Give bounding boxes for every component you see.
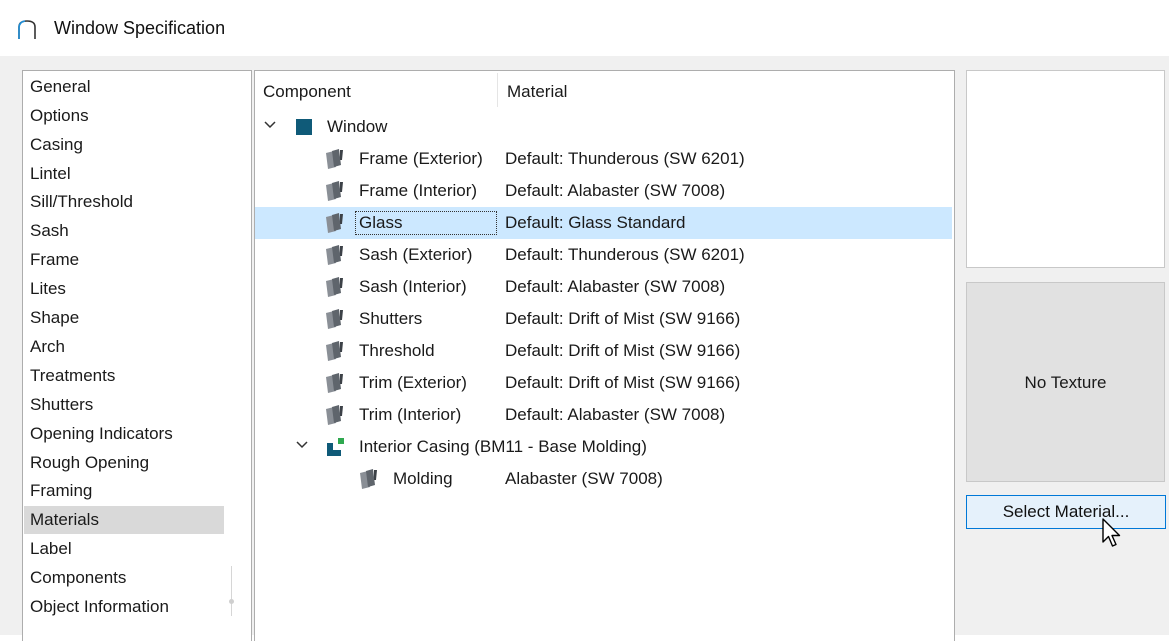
material-value: Default: Glass Standard: [505, 213, 686, 232]
tree-row-window[interactable]: Window: [255, 111, 952, 143]
material-swatch-icon: [326, 245, 343, 265]
material-value: Alabaster (SW 7008): [505, 469, 663, 488]
category-general[interactable]: General: [24, 73, 224, 101]
tree-row[interactable]: Sash (Exterior) Default: Thunderous (SW …: [255, 239, 952, 271]
component-name: Frame (Exterior): [359, 149, 483, 168]
material-swatch-icon: [326, 373, 343, 393]
tree-row-selected[interactable]: Glass Default: Glass Standard: [255, 207, 952, 239]
category-options[interactable]: Options: [24, 102, 224, 130]
tree-row[interactable]: Frame (Interior) Default: Alabaster (SW …: [255, 175, 952, 207]
list-scrollbar[interactable]: [229, 566, 234, 616]
arch-window-icon: [18, 20, 36, 39]
tree-row[interactable]: Trim (Interior) Default: Alabaster (SW 7…: [255, 399, 952, 431]
material-swatch-icon: [326, 277, 343, 297]
category-opening-indicators[interactable]: Opening Indicators: [24, 420, 224, 448]
material-value: Default: Alabaster (SW 7008): [505, 405, 726, 424]
blue-square-icon: [296, 119, 312, 135]
tree-row-interior-casing[interactable]: Interior Casing (BM11 - Base Molding): [255, 431, 952, 463]
material-value: Default: Alabaster (SW 7008): [505, 181, 726, 200]
chevron-down-icon[interactable]: [263, 118, 277, 132]
category-materials[interactable]: Materials: [24, 506, 224, 534]
component-name: Molding: [393, 469, 453, 488]
material-value: Default: Alabaster (SW 7008): [505, 277, 726, 296]
column-header-component[interactable]: Component: [263, 82, 351, 102]
component-name: Threshold: [359, 341, 435, 360]
category-list[interactable]: General Options Casing Lintel Sill/Thres…: [22, 70, 252, 641]
material-value: Default: Drift of Mist (SW 9166): [505, 309, 741, 328]
category-arch[interactable]: Arch: [24, 333, 224, 361]
tree-row[interactable]: Shutters Default: Drift of Mist (SW 9166…: [255, 303, 952, 335]
material-swatch-icon: [326, 149, 343, 169]
tree-row[interactable]: Threshold Default: Drift of Mist (SW 916…: [255, 335, 952, 367]
scroll-thumb[interactable]: [229, 599, 234, 604]
component-name: Shutters: [359, 309, 423, 328]
category-sash[interactable]: Sash: [24, 217, 224, 245]
material-preview: [966, 70, 1165, 268]
component-name: Trim (Exterior): [359, 373, 467, 392]
category-shape[interactable]: Shape: [24, 304, 224, 332]
texture-preview: No Texture: [966, 282, 1165, 482]
material-swatch-icon: [360, 469, 377, 489]
tree-header: Component Material: [255, 71, 954, 111]
category-shutters[interactable]: Shutters: [24, 391, 224, 419]
mouse-pointer-icon: [1102, 518, 1121, 547]
title-bar: Window Specification: [0, 0, 1169, 56]
component-name: Sash (Exterior): [359, 245, 473, 264]
material-swatch-icon: [326, 181, 343, 201]
category-frame[interactable]: Frame: [24, 246, 224, 274]
select-material-button[interactable]: Select Material...: [966, 495, 1166, 529]
material-swatch-icon: [326, 213, 343, 233]
texture-label: No Texture: [1024, 373, 1107, 392]
material-value: Default: Drift of Mist (SW 9166): [505, 373, 741, 392]
category-treatments[interactable]: Treatments: [24, 362, 224, 390]
category-rough-opening[interactable]: Rough Opening: [24, 449, 224, 477]
material-tree[interactable]: Component Material Window Frame (Exterio…: [254, 70, 955, 641]
material-value: Default: Thunderous (SW 6201): [505, 245, 745, 264]
component-name: Trim (Interior): [359, 405, 462, 424]
component-name: Sash (Interior): [359, 277, 467, 296]
material-value: Default: Thunderous (SW 6201): [505, 149, 745, 168]
column-divider[interactable]: [497, 73, 498, 107]
tree-row[interactable]: Trim (Exterior) Default: Drift of Mist (…: [255, 367, 952, 399]
component-name: Glass: [355, 211, 497, 235]
category-casing[interactable]: Casing: [24, 131, 224, 159]
category-framing[interactable]: Framing: [24, 477, 224, 505]
material-swatch-icon: [326, 309, 343, 329]
tree-row[interactable]: Sash (Interior) Default: Alabaster (SW 7…: [255, 271, 952, 303]
tree-row[interactable]: Frame (Exterior) Default: Thunderous (SW…: [255, 143, 952, 175]
category-object-information[interactable]: Object Information: [24, 593, 224, 621]
category-sill-threshold[interactable]: Sill/Threshold: [24, 188, 224, 216]
category-label[interactable]: Label: [24, 535, 224, 563]
casing-icon: [327, 438, 344, 456]
category-lites[interactable]: Lites: [24, 275, 224, 303]
component-name: Interior Casing (BM11 - Base Molding): [359, 437, 647, 456]
column-header-material[interactable]: Material: [507, 82, 567, 102]
chevron-down-icon[interactable]: [295, 438, 309, 452]
material-swatch-icon: [326, 405, 343, 425]
category-lintel[interactable]: Lintel: [24, 160, 224, 188]
component-name: Frame (Interior): [359, 181, 478, 200]
material-swatch-icon: [326, 341, 343, 361]
material-value: Default: Drift of Mist (SW 9166): [505, 341, 741, 360]
component-name: Window: [327, 117, 388, 136]
scroll-track: [231, 566, 232, 616]
window-title: Window Specification: [54, 18, 226, 38]
category-components[interactable]: Components: [24, 564, 224, 592]
tree-row[interactable]: Molding Alabaster (SW 7008): [255, 463, 952, 495]
